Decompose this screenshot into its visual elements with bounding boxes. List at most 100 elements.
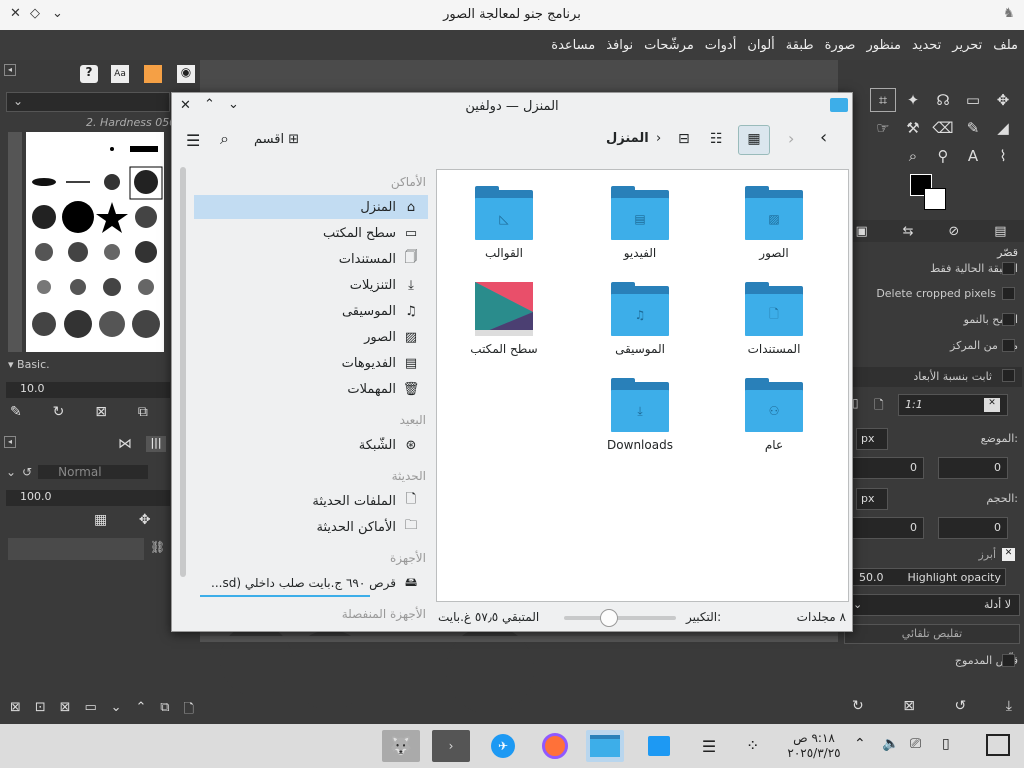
split-button[interactable]: اقسم ⊞ — [254, 132, 299, 147]
landscape-icon[interactable]: 🗋 — [874, 396, 884, 417]
tray-expand-icon[interactable]: ⌃ — [854, 736, 866, 752]
font-icon[interactable]: Aa — [111, 65, 129, 83]
size-h-field[interactable]: 0 — [938, 517, 1008, 539]
place-downloads[interactable]: ⤓ التنزيلات — [194, 273, 428, 297]
bucket-fill-icon[interactable]: ◢ — [997, 119, 1009, 137]
position-x-field[interactable]: 0 — [852, 457, 924, 479]
position-unit-select[interactable]: px — [856, 428, 888, 450]
menu-file[interactable]: ملف — [993, 38, 1018, 53]
icons-view-icon[interactable]: ▦ — [738, 125, 770, 155]
undo-history-tab-icon[interactable]: ⊘ — [948, 224, 959, 239]
delete-cropped-checkbox[interactable] — [1002, 287, 1015, 300]
folder-downloads[interactable]: ⤓ Downloads — [585, 378, 695, 452]
folder-documents[interactable]: 🗋 المستندات — [719, 282, 829, 356]
mask-icon[interactable]: ▭ — [84, 700, 96, 720]
mode-reset-icon[interactable]: ↺ — [22, 465, 32, 479]
shrink-merged-checkbox[interactable] — [1002, 654, 1015, 667]
brush-preset[interactable]: ▾ Basic. — [8, 358, 196, 374]
dock-menu-icon[interactable]: ◂ — [4, 64, 16, 76]
text-tool-icon[interactable]: A — [968, 147, 978, 165]
store-task-icon[interactable] — [640, 730, 678, 762]
brush-grid[interactable] — [26, 132, 164, 352]
expand-center-checkbox[interactable] — [1002, 339, 1015, 352]
eraser-icon[interactable]: ⌫ — [932, 119, 953, 137]
move-tool-icon[interactable]: ✥ — [997, 91, 1010, 109]
size-unit-select[interactable]: px — [856, 488, 888, 510]
lock-position-icon[interactable]: ✥ — [139, 512, 151, 532]
merge-icon[interactable]: ⊡ — [35, 700, 46, 720]
size-w-field[interactable]: 0 — [852, 517, 924, 539]
place-pictures[interactable]: ▨ الصور — [194, 325, 428, 349]
menu-tools[interactable]: أدوات — [705, 38, 737, 53]
file-view[interactable]: ▨ الصور ▤ الفيديو ◺ القوالب 🗋 المستندات … — [436, 169, 849, 602]
place-recent-files[interactable]: 🗋 الملفات الحديثة — [194, 489, 428, 513]
place-desktop[interactable]: ▭ سطح المكتب — [194, 221, 428, 245]
gimp-task-icon[interactable]: 🐺 — [382, 730, 420, 762]
place-disk[interactable]: 🖴 قرص ٦٩٠ ج.بايت صلب داخلي (sd... — [194, 571, 428, 595]
places-scrollbar[interactable] — [180, 167, 186, 577]
place-documents[interactable]: 🗍 المستندات — [194, 247, 428, 271]
guides-select[interactable]: ⌄ لا أدلة — [844, 594, 1020, 616]
device-status-tab-icon[interactable]: ⇆ — [903, 224, 914, 239]
menu-view[interactable]: منظور — [866, 38, 901, 53]
highlight-checkbox[interactable]: ✕ — [1002, 548, 1015, 561]
paintbrush-icon[interactable]: ✎ — [967, 119, 980, 137]
place-videos[interactable]: ▤ الفديوهات — [194, 351, 428, 375]
menu-colors[interactable]: ألوان — [747, 38, 774, 53]
volume-icon[interactable]: 🔈 — [882, 736, 899, 752]
new-layer-icon[interactable]: 🗋 — [183, 700, 193, 720]
brush-scrollbar[interactable] — [8, 132, 22, 352]
crop-tool-icon[interactable]: ⌗ — [870, 88, 896, 112]
brush-size-field[interactable]: 10.0 — [6, 382, 170, 398]
paths-tab-icon[interactable]: ⋈ — [118, 436, 132, 452]
warp-icon[interactable]: ⌇ — [999, 147, 1006, 165]
menu-hamburger-icon[interactable]: ☰ — [186, 131, 200, 150]
breadcrumb[interactable]: المنزل — [606, 131, 649, 146]
reset-icon[interactable]: ↺ — [955, 698, 967, 718]
highlight-opacity-slider[interactable]: 50.0 Highlight opacity — [852, 568, 1006, 586]
background-color[interactable] — [924, 188, 946, 210]
clear-ratio-icon[interactable]: ✕ — [984, 398, 1000, 412]
folder-templates[interactable]: ◺ القوالب — [449, 186, 559, 260]
forward-icon[interactable]: › — [788, 129, 794, 148]
terminal-task-icon[interactable]: › — [432, 730, 470, 762]
place-network[interactable]: ⊛ الشّبكة — [194, 433, 428, 457]
refresh-icon[interactable]: ↻ — [53, 404, 65, 424]
delete-icon[interactable]: ⊠ — [95, 404, 107, 424]
position-y-field[interactable]: 0 — [938, 457, 1008, 479]
menu-edit[interactable]: تحرير — [952, 38, 982, 53]
rect-select-icon[interactable]: ▭ — [966, 91, 980, 109]
dolphin-task-icon[interactable] — [586, 730, 624, 762]
save-preset-icon[interactable]: ⤓ — [1006, 698, 1012, 718]
settings-task-icon[interactable]: ☰ — [690, 730, 728, 762]
folder-public[interactable]: ⚇ عام — [719, 378, 829, 452]
zoom-tool-icon[interactable]: ⌕ — [909, 147, 917, 165]
network-tray-icon[interactable]: ⎚ — [910, 736, 921, 752]
clock[interactable]: ٩:١٨ ص ٢٠٢٥/٣/٢٥ — [782, 731, 846, 761]
zoom-slider-handle[interactable] — [599, 609, 618, 627]
clone-icon[interactable]: ⚒ — [906, 119, 919, 137]
show-desktop-icon[interactable] — [986, 734, 1010, 756]
current-layer-only-checkbox[interactable] — [1002, 262, 1015, 275]
smudge-icon[interactable]: ☞ — [876, 119, 889, 137]
layer-list[interactable] — [8, 538, 144, 560]
restore-icon[interactable]: ↻ — [852, 698, 864, 718]
battery-icon[interactable]: ▯ — [942, 736, 950, 752]
folder-desktop[interactable]: سطح المكتب — [449, 282, 559, 356]
firefox-task-icon[interactable] — [536, 730, 574, 762]
menu-filters[interactable]: مرشّحات — [644, 38, 694, 53]
lasso-icon[interactable]: ☊ — [936, 91, 949, 109]
menu-select[interactable]: تحديد — [912, 38, 941, 53]
place-recent-locations[interactable]: 🗀 الأماكن الحديثة — [194, 515, 428, 539]
opacity-field[interactable]: 100.0 — [6, 490, 170, 506]
delete-layer-icon[interactable]: ⊠ — [10, 700, 21, 720]
folder-pictures[interactable]: ▨ الصور — [719, 186, 829, 260]
discover-task-icon[interactable]: ✈ — [484, 730, 522, 762]
menu-layer[interactable]: طبقة — [786, 38, 814, 53]
search-icon[interactable]: ⌕ — [220, 129, 229, 149]
raise-icon[interactable]: ⌃ — [135, 700, 146, 720]
menu-help[interactable]: مساعدة — [551, 38, 595, 53]
gradient-icon[interactable] — [144, 65, 162, 83]
folder-videos[interactable]: ▤ الفيديو — [585, 186, 695, 260]
duplicate-layer-icon[interactable]: ⧉ — [160, 700, 169, 720]
